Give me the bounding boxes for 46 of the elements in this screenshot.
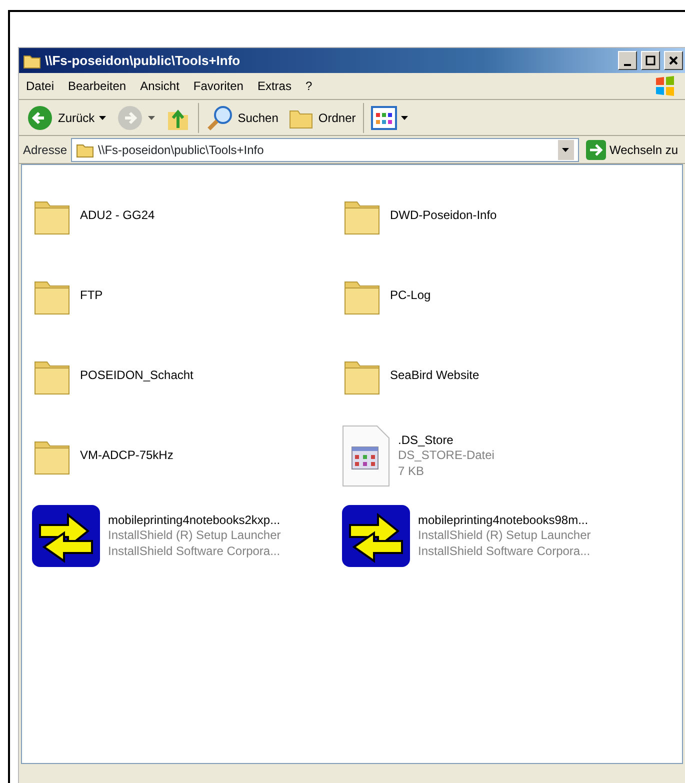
file-name[interactable]: FTP <box>80 288 103 304</box>
file-icon[interactable] <box>342 425 390 487</box>
file-name[interactable]: ADU2 - GG24 <box>80 208 155 224</box>
caret-icon <box>148 116 155 120</box>
file-name[interactable]: PC-Log <box>390 288 431 304</box>
menu-item[interactable]: Ansicht <box>133 73 186 99</box>
menu-item[interactable]: Datei <box>19 73 62 99</box>
file-name[interactable]: POSEIDON_Schacht <box>80 368 194 384</box>
file-detail: InstallShield Software Corpora... <box>108 544 281 560</box>
file-detail: DS_STORE-Datei <box>398 448 494 464</box>
file-name[interactable]: mobileprinting4notebooks98m... <box>418 512 591 528</box>
window-title: \\Fs-poseidon\public\Tools+Info <box>45 52 242 70</box>
search-button[interactable]: Suchen <box>202 102 282 134</box>
file-name[interactable]: VM-ADCP-75kHz <box>80 448 174 464</box>
file-detail: InstallShield Software Corpora... <box>418 544 591 560</box>
file-name[interactable]: mobileprinting4notebooks2kxp... <box>108 512 281 528</box>
minimize-button[interactable] <box>618 51 637 70</box>
address-field[interactable]: \\Fs-poseidon\public\Tools+Info <box>71 138 579 162</box>
file-name[interactable]: .DS_Store <box>398 432 494 448</box>
maximize-icon <box>645 55 656 66</box>
dropdown-button[interactable] <box>558 140 574 160</box>
address-label: Adresse <box>23 142 68 158</box>
caret-icon <box>400 116 408 120</box>
file-name[interactable]: SeaBird Website <box>390 368 480 384</box>
menu-item[interactable]: Extras <box>250 73 298 99</box>
caret-icon <box>98 116 106 120</box>
windows-logo-icon <box>653 74 677 98</box>
minimize-icon <box>624 64 631 66</box>
search-icon <box>206 104 234 132</box>
installer-icon[interactable] <box>342 505 410 567</box>
maximize-button[interactable] <box>641 51 660 70</box>
menu-item[interactable]: Bearbeiten <box>61 73 134 99</box>
folders-button[interactable]: Ordner <box>285 102 359 132</box>
go-button[interactable]: Wechseln zu <box>582 138 681 162</box>
close-icon <box>668 55 679 66</box>
views-icon <box>370 106 397 130</box>
file-detail: InstallShield (R) Setup Launcher <box>418 528 591 544</box>
file-detail: InstallShield (R) Setup Launcher <box>108 528 281 544</box>
close-button[interactable] <box>664 51 683 70</box>
menu-item[interactable]: Favoriten <box>186 73 250 99</box>
back-button[interactable]: Zurück <box>23 102 109 134</box>
menu-item[interactable]: ? <box>298 73 320 99</box>
installer-icon[interactable] <box>32 505 100 567</box>
caret-icon <box>562 148 570 152</box>
file-detail: 7 KB <box>398 464 426 480</box>
file-name[interactable]: DWD-Poseidon-Info <box>390 208 497 224</box>
